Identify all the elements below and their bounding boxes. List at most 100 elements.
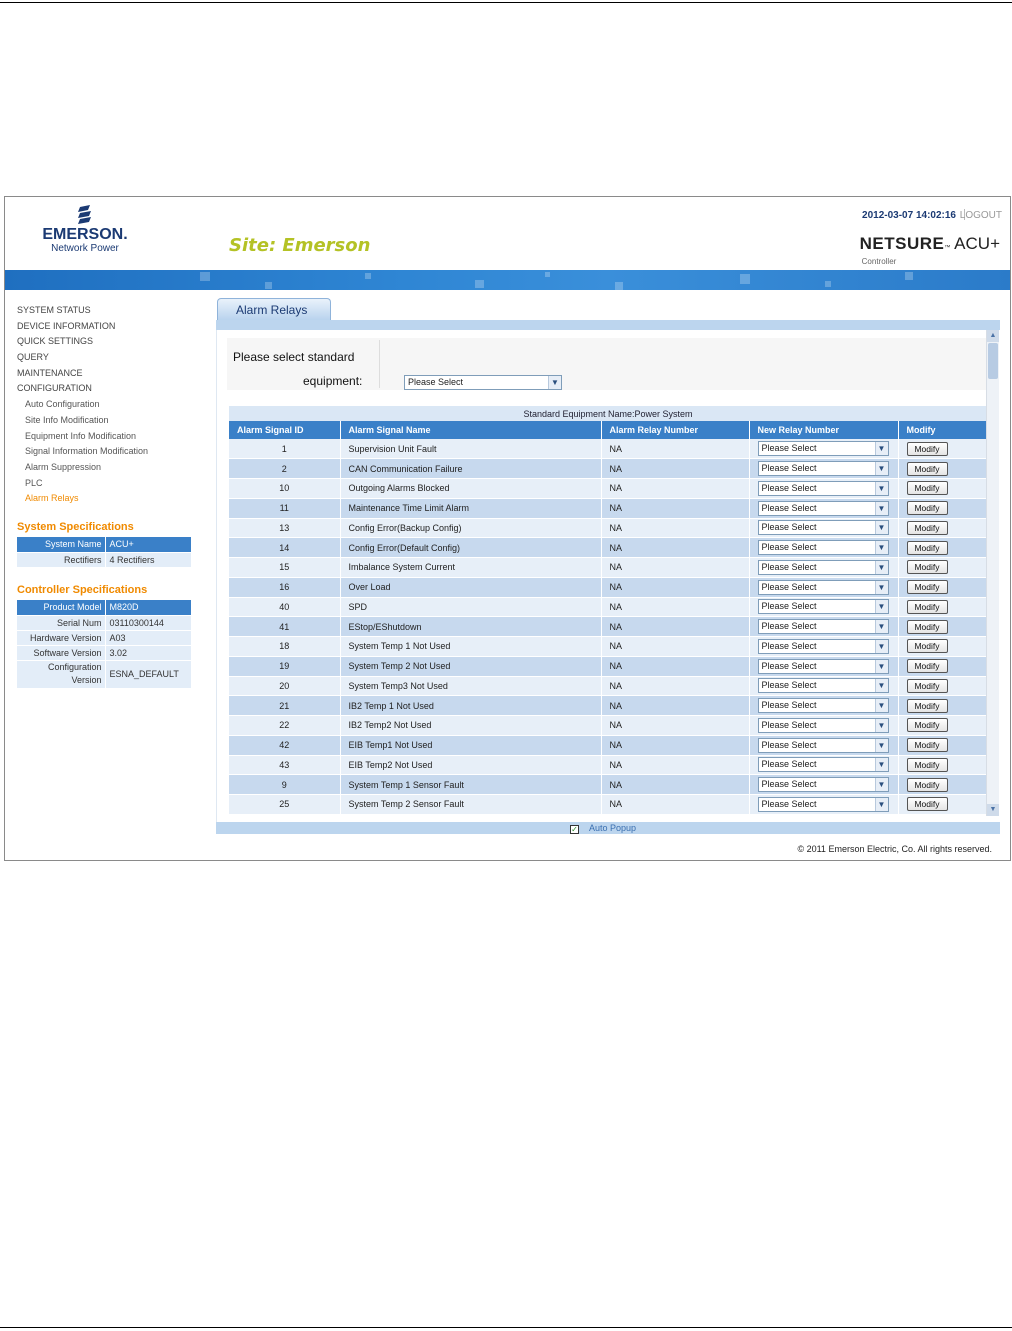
- new-relay-select[interactable]: Please Select ▼: [757, 717, 889, 733]
- modify-button[interactable]: Modify: [906, 481, 948, 496]
- modify-button[interactable]: Modify: [906, 461, 948, 476]
- new-relay-select[interactable]: Please Select ▼: [757, 757, 889, 773]
- chevron-down-icon: ▼: [874, 501, 888, 515]
- nav-alarm-suppression[interactable]: Alarm Suppression: [17, 460, 207, 476]
- nav-system-status[interactable]: SYSTEM STATUS: [17, 303, 207, 319]
- screenshot-frame: EMERSON. Network Power Site: Emerson 201…: [4, 196, 1011, 861]
- modify-cell: Modify: [898, 478, 988, 499]
- new-relay-select[interactable]: Please Select ▼: [757, 658, 889, 674]
- modify-cell: Modify: [898, 676, 988, 697]
- new-relay-select[interactable]: Please Select ▼: [757, 579, 889, 595]
- modify-button[interactable]: Modify: [906, 619, 948, 634]
- modify-button[interactable]: Modify: [906, 757, 948, 772]
- modify-button[interactable]: Modify: [906, 580, 948, 595]
- document-top-rule: [0, 2, 1012, 3]
- alarm-relay-number: NA: [601, 695, 750, 716]
- new-relay-select-value: Please Select: [761, 522, 817, 533]
- nav-plc[interactable]: PLC: [17, 476, 207, 492]
- alarm-relay-number: NA: [601, 715, 750, 736]
- new-relay-select[interactable]: Please Select ▼: [757, 461, 889, 477]
- alarm-signal-id: 25: [229, 794, 341, 815]
- new-relay-select[interactable]: Please Select ▼: [757, 638, 889, 654]
- modify-button[interactable]: Modify: [906, 560, 948, 575]
- new-relay-select[interactable]: Please Select ▼: [757, 441, 889, 457]
- modify-button[interactable]: Modify: [906, 501, 948, 516]
- modify-cell: Modify: [898, 518, 988, 539]
- modify-button[interactable]: Modify: [906, 639, 948, 654]
- new-relay-cell: Please Select ▼: [749, 774, 899, 795]
- modify-button[interactable]: Modify: [906, 718, 948, 733]
- chevron-down-icon: ▼: [874, 738, 888, 752]
- new-relay-select[interactable]: Please Select ▼: [757, 540, 889, 556]
- scroll-down-icon[interactable]: ▼: [987, 804, 999, 816]
- chevron-down-icon: ▼: [874, 560, 888, 574]
- new-relay-select[interactable]: Please Select ▼: [757, 599, 889, 615]
- table-row: 42 EIB Temp1 Not Used NA Please Select ▼ Modi…: [229, 735, 988, 756]
- new-relay-cell: Please Select ▼: [749, 439, 899, 460]
- table-row: 16 Over Load NA Please Select ▼ Modify: [229, 577, 988, 598]
- equipment-select-value: Please Select: [408, 377, 464, 387]
- modify-button[interactable]: Modify: [906, 678, 948, 693]
- new-relay-select[interactable]: Please Select ▼: [757, 678, 889, 694]
- nav-site-info-modification[interactable]: Site Info Modification: [17, 413, 207, 429]
- modify-button[interactable]: Modify: [906, 777, 948, 792]
- nav-device-information[interactable]: DEVICE INFORMATION: [17, 319, 207, 335]
- new-relay-select[interactable]: Please Select ▼: [757, 796, 889, 812]
- alarm-relay-number: NA: [601, 597, 750, 618]
- new-relay-cell: Please Select ▼: [749, 557, 899, 578]
- nav-signal-information-modification[interactable]: Signal Information Modification: [17, 444, 207, 460]
- system-specifications-table: System Name ACU+ Rectifiers 4 Rectifiers: [17, 537, 191, 568]
- logout-link[interactable]: LOGOUT: [960, 210, 1002, 221]
- nav-maintenance[interactable]: MAINTENANCE: [17, 366, 207, 382]
- nav-query[interactable]: QUERY: [17, 350, 207, 366]
- scroll-up-icon[interactable]: ▲: [987, 330, 999, 342]
- modify-button[interactable]: Modify: [906, 738, 948, 753]
- table-row: 21 IB2 Temp 1 Not Used NA Please Select ▼ Mod…: [229, 695, 988, 716]
- document-bottom-rule: [0, 1327, 1012, 1328]
- new-relay-select[interactable]: Please Select ▼: [757, 619, 889, 635]
- new-relay-select[interactable]: Please Select ▼: [757, 698, 889, 714]
- alarm-signal-name: EIB Temp1 Not Used: [340, 735, 602, 756]
- modify-button[interactable]: Modify: [906, 441, 948, 456]
- alarm-signal-name: IB2 Temp2 Not Used: [340, 715, 602, 736]
- new-relay-cell: Please Select ▼: [749, 794, 899, 815]
- nav-quick-settings[interactable]: QUICK SETTINGS: [17, 334, 207, 350]
- table-row: 41 EStop/EShutdown NA Please Select ▼ Modify: [229, 616, 988, 637]
- nav-alarm-relays[interactable]: Alarm Relays: [17, 491, 207, 507]
- tab-alarm-relays[interactable]: Alarm Relays: [217, 298, 331, 320]
- new-relay-select-value: Please Select: [761, 502, 817, 513]
- new-relay-select[interactable]: Please Select ▼: [757, 480, 889, 496]
- modify-button[interactable]: Modify: [906, 797, 948, 812]
- alarm-signal-name: SPD: [340, 597, 602, 618]
- new-relay-select[interactable]: Please Select ▼: [757, 737, 889, 753]
- nav-auto-configuration[interactable]: Auto Configuration: [17, 397, 207, 413]
- modify-cell: Modify: [898, 794, 988, 815]
- new-relay-select[interactable]: Please Select ▼: [757, 500, 889, 516]
- spec-key: Hardware Version: [17, 630, 106, 646]
- datetime: 2012-03-07 14:02:16: [862, 210, 956, 221]
- content-scrollbar[interactable]: ▲ ▼: [986, 330, 999, 816]
- scroll-thumb[interactable]: [988, 343, 998, 379]
- new-relay-select-value: Please Select: [761, 561, 817, 572]
- new-relay-select[interactable]: Please Select ▼: [757, 559, 889, 575]
- checkbox-checked-icon[interactable]: ✓: [570, 825, 579, 834]
- modify-button[interactable]: Modify: [906, 540, 948, 555]
- alarm-signal-id: 13: [229, 518, 341, 539]
- modify-cell: Modify: [898, 715, 988, 736]
- alarm-signal-id: 11: [229, 498, 341, 519]
- modify-button[interactable]: Modify: [906, 659, 948, 674]
- new-relay-select[interactable]: Please Select ▼: [757, 777, 889, 793]
- nav-configuration[interactable]: CONFIGURATION: [17, 381, 207, 397]
- modify-button[interactable]: Modify: [906, 599, 948, 614]
- new-relay-select[interactable]: Please Select ▼: [757, 520, 889, 536]
- new-relay-cell: Please Select ▼: [749, 478, 899, 499]
- alarm-signal-id: 22: [229, 715, 341, 736]
- alarm-signal-name: System Temp 1 Sensor Fault: [340, 774, 602, 795]
- nav-equipment-info-modification[interactable]: Equipment Info Modification: [17, 429, 207, 445]
- alarm-signal-id: 2: [229, 458, 341, 479]
- alarm-signal-name: Maintenance Time Limit Alarm: [340, 498, 602, 519]
- equipment-select[interactable]: Please Select ▼: [404, 375, 562, 390]
- modify-button[interactable]: Modify: [906, 698, 948, 713]
- modify-button[interactable]: Modify: [906, 520, 948, 535]
- auto-popup-toggle[interactable]: ✓ Auto Popup: [570, 822, 636, 834]
